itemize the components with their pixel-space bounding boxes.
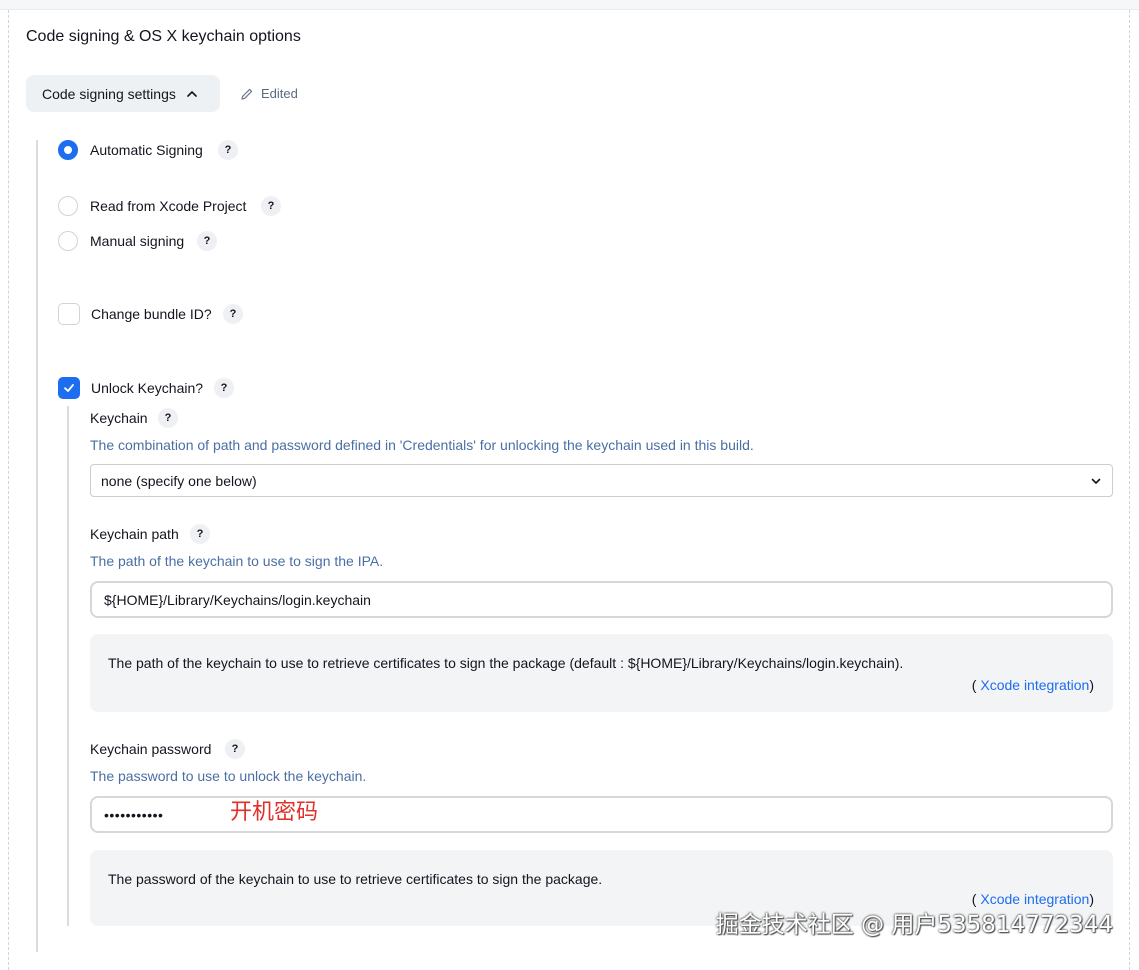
help-icon[interactable]: ? (218, 140, 238, 160)
link-close-paren: ) (1089, 677, 1094, 693)
radio-label-read-from-xcode: Read from Xcode Project (90, 198, 247, 214)
options-indent-line (36, 140, 38, 952)
edited-label: Edited (261, 86, 298, 101)
keychain-path-info-text: The path of the keychain to use to retri… (108, 655, 904, 671)
radio-label-automatic-signing: Automatic Signing (90, 142, 203, 158)
xcode-integration-link[interactable]: Xcode integration (980, 677, 1089, 693)
keychain-path-value: ${HOME}/Library/Keychains/login.keychain (104, 591, 371, 608)
chevron-up-icon (187, 90, 197, 97)
help-icon[interactable]: ? (197, 231, 217, 251)
help-icon[interactable]: ? (214, 378, 234, 398)
help-icon[interactable]: ? (261, 196, 281, 216)
help-icon[interactable]: ? (225, 739, 245, 759)
settings-button-label: Code signing settings (42, 85, 176, 102)
keychain-password-info-text: The password of the keychain to use to r… (108, 871, 603, 887)
pencil-icon (241, 88, 253, 100)
code-signing-settings-button[interactable]: Code signing settings (26, 75, 220, 112)
keychain-path-label: Keychain path (90, 526, 179, 542)
annotation-text: 开机密码 (230, 800, 319, 825)
unlock-keychain-checkbox[interactable] (58, 377, 80, 399)
keychain-path-input[interactable]: ${HOME}/Library/Keychains/login.keychain (90, 581, 1113, 618)
help-icon[interactable]: ? (190, 524, 210, 544)
help-icon[interactable]: ? (158, 408, 178, 428)
keychain-path-info-box: The path of the keychain to use to retri… (90, 634, 1113, 712)
edited-indicator: Edited (240, 86, 298, 101)
keychain-path-description: The path of the keychain to use to sign … (90, 553, 384, 569)
keychain-password-value: ••••••••••• (104, 806, 164, 823)
keychain-select-value: none (specify one below) (101, 472, 257, 489)
radio-label-manual-signing: Manual signing (90, 233, 185, 249)
radio-manual-signing[interactable] (58, 231, 78, 251)
keychain-path-info-link-line: ( Xcode integration) (972, 677, 1094, 693)
change-bundle-id-checkbox[interactable] (58, 303, 80, 325)
keychain-label: Keychain (90, 410, 148, 426)
section-title: Code signing & OS X keychain options (26, 28, 301, 45)
keychain-description: The combination of path and password def… (90, 437, 754, 453)
chevron-down-icon (1091, 478, 1101, 484)
unlock-keychain-label: Unlock Keychain? (91, 380, 204, 396)
check-icon (64, 384, 74, 392)
help-icon[interactable]: ? (223, 304, 243, 324)
keychain-password-description: The password to use to unlock the keycha… (90, 768, 367, 784)
radio-read-from-xcode[interactable] (58, 196, 78, 216)
change-bundle-id-label: Change bundle ID? (91, 306, 212, 322)
keychain-indent-line (67, 406, 69, 926)
radio-automatic-signing[interactable] (58, 140, 78, 160)
top-strip (0, 0, 1139, 10)
keychain-password-label: Keychain password (90, 741, 212, 757)
keychain-select[interactable]: none (specify one below) (90, 464, 1113, 497)
watermark: 掘金技术社区 @ 用户535814772344 (715, 912, 1113, 938)
